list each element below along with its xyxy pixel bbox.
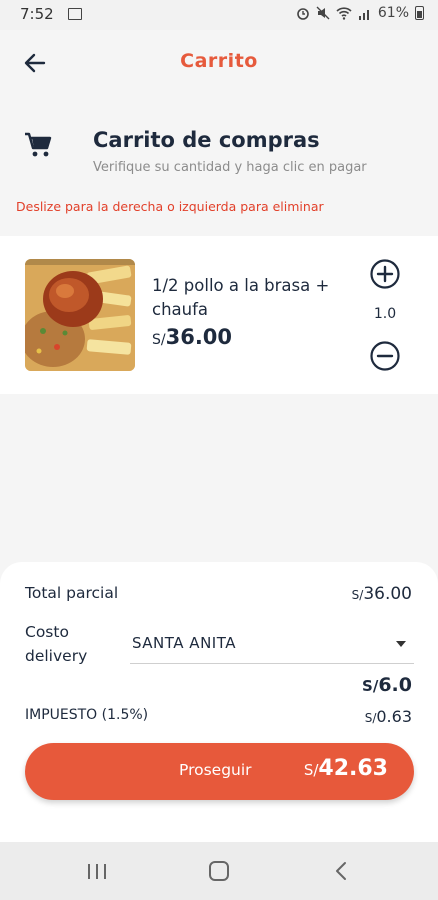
status-bar: 7:52 61% (0, 0, 438, 30)
battery-percent: 61% (377, 5, 409, 21)
order-summary: Total parcial S/36.00 Costo delivery SAN… (0, 562, 438, 842)
home-icon[interactable] (209, 861, 229, 881)
subtotal-amount: 36.00 (363, 584, 412, 604)
plus-circle-icon[interactable] (369, 258, 401, 290)
delivery-district-value: SANTA ANITA (132, 634, 236, 652)
delivery-amount: 6.0 (378, 674, 412, 696)
cart-item[interactable]: 1/2 pollo a la brasa + chaufa S/36.00 1.… (0, 236, 438, 394)
food-image (25, 259, 135, 371)
status-time: 7:52 (20, 5, 54, 23)
tax-label: IMPUESTO (1.5%) (25, 707, 149, 723)
delivery-district-select[interactable]: SANTA ANITA (130, 628, 414, 664)
delivery-currency: S/ (362, 677, 379, 695)
tax-value: S/0.63 (365, 707, 412, 726)
nav-back-icon[interactable] (332, 861, 352, 881)
item-price: S/36.00 (152, 325, 232, 349)
mute-icon (316, 6, 330, 20)
proceed-button[interactable]: Proseguir S/42.63 (25, 743, 414, 800)
proceed-label: Proseguir (179, 761, 252, 779)
image-icon (68, 8, 82, 20)
subtotal-value: S/36.00 (352, 584, 412, 604)
page-title: Carrito (180, 50, 258, 72)
item-currency: S/ (152, 332, 166, 348)
cart-subheading: Verifique su cantidad y haga clic en pag… (93, 160, 367, 175)
item-name: 1/2 pollo a la brasa + chaufa (152, 276, 330, 319)
subtotal-label: Total parcial (25, 584, 119, 602)
tax-currency: S/ (364, 711, 377, 725)
item-price-value: 36.00 (165, 325, 233, 349)
subtotal-currency: S/ (351, 588, 364, 602)
proceed-total: S/42.63 (304, 756, 388, 781)
swipe-hint: Deslize para la derecha o izquierda para… (16, 199, 324, 214)
shopping-cart-icon (25, 132, 52, 157)
app-header: Carrito (0, 30, 438, 96)
proceed-amount: 42.63 (318, 756, 388, 781)
cart-heading: Carrito de compras (93, 128, 320, 152)
status-icons: 61% (296, 5, 424, 21)
wifi-icon (336, 6, 352, 20)
recents-icon[interactable] (88, 864, 106, 879)
delivery-label: Costo delivery (25, 623, 88, 665)
system-nav-bar (0, 842, 438, 900)
alarm-icon (297, 8, 309, 20)
minus-circle-icon[interactable] (369, 340, 401, 372)
battery-icon (415, 6, 424, 20)
proceed-currency: S/ (303, 761, 319, 779)
dropdown-arrow-icon (396, 641, 406, 647)
signal-icon (358, 9, 369, 20)
quantity-value: 1.0 (373, 306, 397, 322)
delivery-cost: S/6.0 (362, 674, 412, 696)
tax-amount: 0.63 (376, 707, 412, 726)
